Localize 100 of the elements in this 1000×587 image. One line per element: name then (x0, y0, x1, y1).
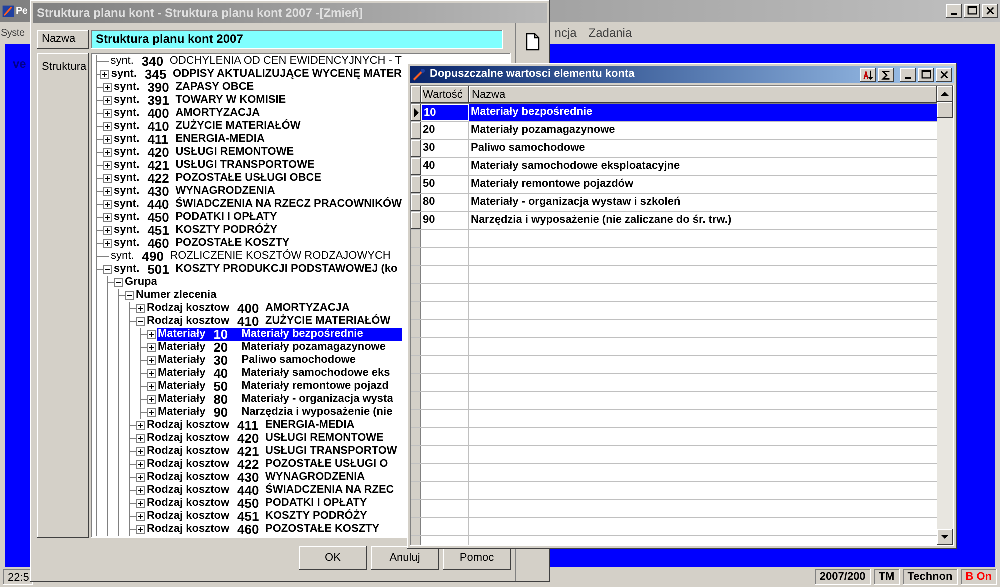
close-button[interactable] (982, 4, 998, 18)
tree-item[interactable]: synt. 451 KOSZTY PODRÓŻY (113, 224, 402, 237)
sigma-button[interactable] (878, 68, 894, 82)
expand-toggle[interactable] (103, 161, 112, 170)
tree-item[interactable]: Rodzaj kosztow 411 ENERGIA-MEDIA (146, 419, 402, 432)
tree-item[interactable]: synt. 490 ROZLICZENIE KOSZTÓW RODZAJOWYCH (110, 250, 402, 263)
tree-item[interactable]: Grupa (124, 276, 402, 289)
tree-item[interactable]: Rodzaj kosztow 451 KOSZTY PODRÓŻY (146, 510, 402, 523)
table-cell[interactable]: 90 (421, 212, 469, 229)
expand-toggle[interactable] (147, 369, 156, 378)
maximize-button[interactable] (964, 4, 980, 18)
minimize-button[interactable] (946, 4, 962, 18)
tree-item[interactable]: synt. 345 ODPISY AKTUALIZUJĄCE WYCENĘ MATER (110, 68, 402, 81)
maximize-button[interactable] (918, 68, 934, 82)
expand-toggle[interactable] (103, 174, 112, 183)
expand-toggle[interactable] (136, 486, 145, 495)
expand-toggle[interactable] (136, 304, 145, 313)
minimize-button[interactable] (900, 68, 916, 82)
table-cell[interactable]: 50 (421, 176, 469, 193)
tree-item[interactable]: synt. 450 PODATKI I OPŁATY (113, 211, 402, 224)
tree-item[interactable]: synt. 440 ŚWIADCZENIA NA RZECZ PRACOWNIKÓW (112, 198, 402, 211)
tree-item[interactable]: Rodzaj kosztow 460 POZOSTAŁE KOSZTY (146, 523, 402, 536)
table-cell[interactable]: Materiały bezpośrednie (469, 104, 937, 121)
expand-toggle[interactable] (136, 460, 145, 469)
table-cell[interactable]: Paliwo samochodowe (469, 140, 937, 157)
tree-item[interactable]: synt. 421 USŁUGI TRANSPORTOWE (113, 159, 402, 172)
tree-item[interactable]: Materiały 10 Materiały bezpośrednie (157, 328, 402, 341)
column-header[interactable]: Nazwa (469, 86, 937, 103)
tree-item[interactable]: Materiały 30 Paliwo samochodowe (157, 354, 402, 367)
scroll-thumb[interactable] (937, 102, 953, 118)
tree-item[interactable]: Rodzaj kosztow 450 PODATKI I OPŁATY (146, 497, 402, 510)
collapse-toggle[interactable] (103, 265, 112, 274)
table-cell[interactable]: Materiały samochodowe eksploatacyjne (469, 158, 937, 175)
expand-toggle[interactable] (103, 135, 112, 144)
expand-toggle[interactable] (136, 434, 145, 443)
expand-toggle[interactable] (147, 343, 156, 352)
menu-item[interactable]: Zadania (582, 24, 638, 42)
expand-toggle[interactable] (147, 330, 156, 339)
tree-item[interactable]: Rodzaj kosztow 440 ŚWIADCZENIA NA RZEC (146, 484, 402, 497)
table-cell[interactable]: Materiały - organizacja wystaw i szkoleń (469, 194, 937, 211)
table-cell[interactable]: Narzędzia i wyposażenie (nie zaliczane do śr. trw.) (469, 212, 937, 229)
expand-toggle[interactable] (103, 148, 112, 157)
expand-toggle[interactable] (103, 122, 112, 131)
table-cell[interactable]: 40 (421, 158, 469, 175)
expand-toggle[interactable] (100, 70, 110, 79)
tree-item[interactable]: synt. 400 AMORTYZACJA (113, 107, 402, 120)
expand-toggle[interactable] (136, 499, 145, 508)
tree-item[interactable]: synt. 410 ZUŻYCIE MATERIAŁÓW (113, 120, 402, 133)
expand-toggle[interactable] (103, 83, 112, 92)
tree-item[interactable]: Rodzaj kosztow 430 WYNAGRODZENIA (146, 471, 402, 484)
expand-toggle[interactable] (136, 421, 145, 430)
tree-item[interactable]: Materiały 40 Materiały samochodowe eks (157, 367, 402, 380)
tree-item[interactable]: Rodzaj kosztow 410 ZUŻYCIE MATERIAŁÓW (146, 315, 402, 328)
tree-item[interactable]: Materiały 90 Narzędzia i wyposażenie (nie (157, 406, 402, 419)
expand-toggle[interactable] (147, 395, 156, 404)
collapse-toggle[interactable] (136, 317, 145, 326)
menu-item[interactable]: ncja (548, 24, 583, 42)
table-cell[interactable]: Materiały pozamagazynowe (469, 122, 937, 139)
expand-toggle[interactable] (103, 96, 112, 105)
tree-item[interactable]: synt. 390 ZAPASY OBCE (113, 81, 402, 94)
expand-toggle[interactable] (103, 187, 112, 196)
tree-item[interactable]: Rodzaj kosztow 420 USŁUGI REMONTOWE (146, 432, 402, 445)
tree-item[interactable]: Numer zlecenia (135, 289, 402, 302)
expand-toggle[interactable] (147, 408, 156, 417)
table-cell[interactable]: 30 (421, 140, 469, 157)
vertical-scrollbar[interactable] (937, 86, 953, 545)
tree-item[interactable]: synt. 420 USŁUGI REMONTOWE (113, 146, 402, 159)
expand-toggle[interactable] (136, 512, 145, 521)
expand-toggle[interactable] (103, 213, 112, 222)
tree-item[interactable]: Materiały 20 Materiały pozamagazynowe (157, 341, 402, 354)
sort-button[interactable] (860, 68, 876, 82)
tree-item[interactable]: synt. 430 WYNAGRODZENIA (113, 185, 402, 198)
tree-item[interactable]: Rodzaj kosztow 421 USŁUGI TRANSPORTOW (146, 445, 402, 458)
expand-toggle[interactable] (136, 473, 145, 482)
collapse-toggle[interactable] (125, 291, 134, 300)
table-cell[interactable]: 80 (421, 194, 469, 211)
expand-toggle[interactable] (103, 239, 112, 248)
expand-toggle[interactable] (147, 382, 156, 391)
tree-item[interactable]: Materiały 50 Materiały remontowe pojazd (157, 380, 402, 393)
tree-item[interactable]: synt. 501 KOSZTY PRODUKCJI PODSTAWOWEJ (ko (113, 263, 402, 276)
expand-toggle[interactable] (103, 226, 112, 235)
column-header[interactable]: Wartość (421, 86, 469, 103)
tree-item[interactable]: synt. 391 TOWARY W KOMISIE (113, 94, 402, 107)
tree-item[interactable]: synt. 460 POZOSTAŁE KOSZTY (113, 237, 402, 250)
expand-toggle[interactable] (103, 109, 112, 118)
menu-item[interactable]: Syste (0, 26, 25, 40)
dialog-button[interactable]: Anuluj (371, 546, 439, 570)
expand-toggle[interactable] (102, 200, 112, 209)
table-cell[interactable]: Materiały remontowe pojazdów (469, 176, 937, 193)
tree-item[interactable]: Rodzaj kosztow 400 AMORTYZACJA (146, 302, 402, 315)
tree-item[interactable]: synt. 411 ENERGIA-MEDIA (113, 133, 402, 146)
expand-toggle[interactable] (147, 356, 156, 365)
tree-item[interactable]: synt. 422 POZOSTAŁE USŁUGI OBCE (113, 172, 402, 185)
dialog-button[interactable]: OK (299, 546, 367, 570)
tree-item[interactable]: synt. 340 ODCHYLENIA OD CEN EWIDENCYJNYCH - T (110, 55, 402, 68)
tree-item[interactable]: Rodzaj kosztow 422 POZOSTAŁE USŁUGI O (146, 458, 402, 471)
table-cell[interactable]: 10 (421, 104, 469, 121)
name-field[interactable]: Struktura planu kont 2007 (91, 30, 503, 49)
expand-toggle[interactable] (136, 447, 145, 456)
table-cell[interactable]: 20 (421, 122, 469, 139)
